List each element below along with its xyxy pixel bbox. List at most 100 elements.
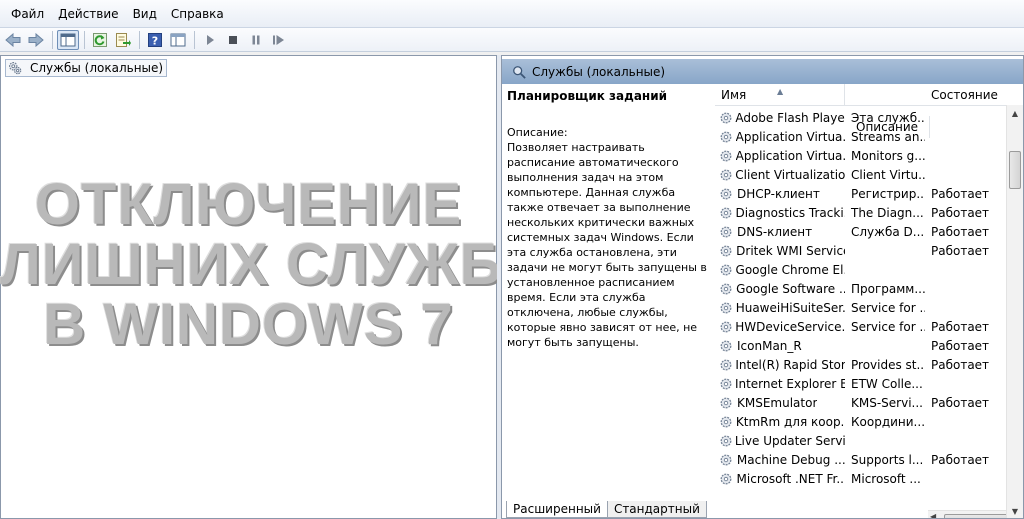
service-name-cell: HWDeviceService.... xyxy=(715,320,845,334)
service-name: DHCP-клиент xyxy=(737,186,820,201)
tab-standard[interactable]: Стандартный xyxy=(606,501,707,518)
service-description: Supports l... xyxy=(851,452,924,467)
vertical-scrollbar[interactable]: ▲ ▼ xyxy=(1006,105,1023,518)
scroll-up-icon[interactable]: ▲ xyxy=(1007,105,1023,121)
table-row[interactable]: HuaweiHiSuiteSer... Service for ... xyxy=(715,298,1007,317)
service-name: IconMan_R xyxy=(737,338,802,353)
service-gear-icon xyxy=(719,244,736,258)
service-name: Client Virtualizatio... xyxy=(735,167,845,182)
table-row[interactable]: KMSEmulator KMS-Servi... Работает xyxy=(715,393,1007,412)
service-description: Microsoft ... xyxy=(851,471,921,486)
menu-bar: Файл Действие Вид Справка xyxy=(0,0,1024,28)
service-name: HuaweiHiSuiteSer... xyxy=(735,300,845,315)
table-row[interactable]: Machine Debug ... Supports l... Работает xyxy=(715,450,1007,469)
column-header-state[interactable]: Состояние xyxy=(925,84,1007,106)
tree-node-services-local[interactable]: Службы (локальные) xyxy=(5,59,168,77)
service-description: Программ... xyxy=(851,281,925,296)
service-name-cell: KMSEmulator xyxy=(715,396,845,410)
menu-help[interactable]: Справка xyxy=(164,0,231,28)
services-gear-icon xyxy=(9,62,22,75)
service-state: Работает xyxy=(931,205,990,220)
menu-view[interactable]: Вид xyxy=(126,0,164,28)
table-row[interactable]: IconMan_R Работает xyxy=(715,336,1007,355)
back-arrow-icon[interactable] xyxy=(2,30,24,50)
service-gear-icon xyxy=(719,130,736,144)
table-row[interactable]: Application Virtua... Monitors g... xyxy=(715,146,1007,165)
table-row[interactable]: HWDeviceService.... Service for ... Работа… xyxy=(715,317,1007,336)
service-name-cell: HuaweiHiSuiteSer... xyxy=(715,301,845,315)
service-gear-icon xyxy=(719,301,736,315)
service-gear-icon xyxy=(719,263,736,277)
table-row[interactable]: DNS-клиент Служба D... Работает xyxy=(715,222,1007,241)
services-pane: Службы (локальные) Планировщик заданий О… xyxy=(501,55,1024,519)
description-label: Описание: xyxy=(507,126,568,139)
toolbar: ? xyxy=(0,28,1024,52)
help-icon[interactable]: ? xyxy=(144,30,166,50)
table-row[interactable]: Google Software ... Программ... xyxy=(715,279,1007,298)
table-row[interactable]: Client Virtualizatio... Client Virtu... xyxy=(715,165,1007,184)
service-name-cell: DHCP-клиент xyxy=(715,187,845,201)
refresh-icon[interactable] xyxy=(89,30,111,50)
show-hide-console-tree-icon[interactable] xyxy=(57,29,79,50)
service-description: Provides st... xyxy=(851,357,925,372)
vertical-scroll-thumb[interactable] xyxy=(1009,151,1021,189)
service-name-cell: Application Virtua... xyxy=(715,149,845,163)
service-name: Application Virtua... xyxy=(735,148,845,163)
table-row[interactable]: Diagnostics Tracki... The Diagn... Работае… xyxy=(715,203,1007,222)
export-list-icon[interactable] xyxy=(112,30,134,50)
stop-service-icon[interactable] xyxy=(222,30,244,50)
table-row[interactable]: DHCP-клиент Регистрир... Работает xyxy=(715,184,1007,203)
service-name-cell: Machine Debug ... xyxy=(715,453,845,467)
service-name-cell: Intel(R) Rapid Stor... xyxy=(715,358,845,372)
start-service-icon[interactable] xyxy=(199,30,221,50)
forward-arrow-icon[interactable] xyxy=(25,30,47,50)
toolbar-separator xyxy=(84,30,85,49)
restart-service-icon[interactable] xyxy=(268,30,290,50)
service-name: Machine Debug ... xyxy=(736,452,845,467)
scroll-left-icon[interactable]: ◀ xyxy=(930,512,936,518)
service-gear-icon xyxy=(719,282,736,296)
table-row[interactable]: KtmRm для коор... Координи... xyxy=(715,412,1007,431)
service-gear-icon xyxy=(719,415,736,429)
service-description: Служба D... xyxy=(851,224,925,239)
service-state: Работает xyxy=(931,319,990,334)
service-description: Service for ... xyxy=(851,300,925,315)
tab-extended[interactable]: Расширенный xyxy=(506,501,608,518)
pause-service-icon[interactable] xyxy=(245,30,267,50)
service-gear-icon xyxy=(719,453,737,467)
service-description: Streams an... xyxy=(851,129,925,144)
menu-action[interactable]: Действие xyxy=(51,0,125,28)
service-gear-icon xyxy=(719,168,735,182)
service-name: DNS-клиент xyxy=(737,224,813,239)
service-name-cell: Internet Explorer E... xyxy=(715,377,845,391)
service-name: Live Updater Service xyxy=(734,433,845,448)
service-name-cell: Live Updater Service xyxy=(715,434,845,448)
table-row[interactable]: Microsoft .NET Fr... Microsoft ... xyxy=(715,469,1007,488)
service-name: Intel(R) Rapid Stor... xyxy=(735,357,845,372)
service-name-cell: IconMan_R xyxy=(715,339,845,353)
service-gear-icon xyxy=(719,206,735,220)
service-gear-icon xyxy=(719,111,735,125)
service-name-cell: Dritek WMI Service xyxy=(715,244,845,258)
service-name: Microsoft .NET Fr... xyxy=(736,471,845,486)
properties-icon[interactable] xyxy=(167,30,189,50)
table-row[interactable]: Internet Explorer E... ETW Colle... xyxy=(715,374,1007,393)
table-row[interactable]: Live Updater Service xyxy=(715,431,1007,450)
service-gear-icon xyxy=(719,339,737,353)
service-name: Adobe Flash Playe... xyxy=(735,110,845,125)
toolbar-separator xyxy=(52,30,53,49)
service-gear-icon xyxy=(719,472,737,486)
service-state: Работает xyxy=(931,357,990,372)
service-description: Service for ... xyxy=(851,319,925,334)
service-name-cell: Google Chrome El... xyxy=(715,263,845,277)
table-row[interactable]: Application Virtua... Streams an... xyxy=(715,127,1007,146)
table-row[interactable]: Intel(R) Rapid Stor... Provides st... Рабо… xyxy=(715,355,1007,374)
service-name-cell: Google Software ... xyxy=(715,282,845,296)
column-header-name[interactable]: ▲ Имя xyxy=(715,84,845,106)
table-row[interactable]: Adobe Flash Playe... Эта служб... xyxy=(715,108,1007,127)
table-row[interactable]: Google Chrome El... xyxy=(715,260,1007,279)
scroll-down-icon[interactable]: ▼ xyxy=(1007,503,1023,518)
table-row[interactable]: Dritek WMI Service Работает xyxy=(715,241,1007,260)
service-name: KtmRm для коор... xyxy=(735,414,845,429)
menu-file[interactable]: Файл xyxy=(4,0,51,28)
